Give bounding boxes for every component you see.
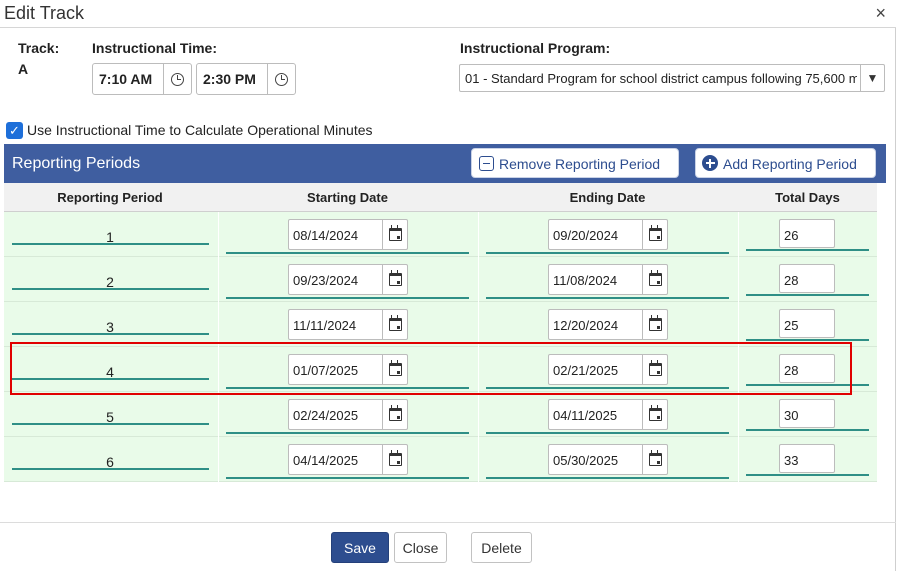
table-row: 3 11/11/2024 12/20/2024 25 [4, 302, 877, 347]
minus-square-icon [479, 156, 494, 171]
instructional-program-value: 01 - Standard Program for school distric… [465, 71, 857, 86]
highlighted-row-outline [10, 342, 852, 395]
remove-reporting-period-button[interactable]: Remove Reporting Period [471, 148, 679, 178]
edit-track-dialog: Edit Track × Track: A Instructional Time… [0, 0, 896, 571]
ending-date-input[interactable]: 04/11/2025 [548, 399, 668, 430]
column-header-reporting-period: Reporting Period [57, 190, 163, 205]
calendar-icon[interactable] [642, 265, 667, 294]
calendar-icon[interactable] [382, 400, 407, 429]
calendar-icon[interactable] [382, 265, 407, 294]
instructional-program-select[interactable]: 01 - Standard Program for school distric… [459, 64, 885, 92]
dialog-title: Edit Track [4, 3, 85, 23]
column-header-ending-date: Ending Date [569, 190, 646, 205]
total-days-input[interactable]: 26 [779, 219, 835, 248]
total-days-value: 26 [784, 228, 799, 243]
track-label: Track: [18, 40, 60, 56]
total-days-input[interactable]: 30 [779, 399, 835, 428]
starting-date-value: 08/14/2024 [293, 228, 359, 243]
use-instructional-time-checkbox[interactable]: ✓ [6, 122, 23, 139]
starting-date-value: 11/11/2024 [293, 318, 357, 333]
footer-divider [0, 522, 896, 523]
ending-date-input[interactable]: 12/20/2024 [548, 309, 668, 340]
table-row: 2 09/23/2024 11/08/2024 28 [4, 257, 877, 302]
plus-circle-icon [702, 155, 718, 171]
close-icon[interactable]: × [875, 3, 886, 24]
track-value: A [18, 61, 29, 77]
end-time-value: 2:30 PM [203, 71, 256, 87]
reporting-periods-grid-header: Reporting Period Starting Date Ending Da… [4, 183, 877, 212]
ending-date-input[interactable]: 05/30/2025 [548, 444, 668, 475]
total-days-value: 30 [784, 408, 799, 423]
column-header-total-days: Total Days [775, 190, 840, 205]
dropdown-arrow-icon[interactable]: ▼ [860, 65, 884, 91]
starting-date-input[interactable]: 09/23/2024 [288, 264, 408, 295]
instructional-time-label: Instructional Time: [92, 40, 217, 56]
starting-date-input[interactable]: 02/24/2025 [288, 399, 408, 430]
ending-date-value: 12/20/2024 [553, 318, 619, 333]
calendar-icon[interactable] [642, 220, 667, 249]
ending-date-input[interactable]: 09/20/2024 [548, 219, 668, 250]
starting-date-value: 04/14/2025 [293, 453, 359, 468]
ending-date-value: 11/08/2024 [553, 273, 618, 288]
close-button[interactable]: Close [394, 532, 447, 563]
reporting-periods-title: Reporting Periods [12, 155, 141, 172]
starting-date-input[interactable]: 04/14/2025 [288, 444, 408, 475]
total-days-input[interactable]: 28 [779, 264, 835, 293]
calendar-icon[interactable] [382, 220, 407, 249]
starting-date-value: 09/23/2024 [293, 273, 359, 288]
total-days-value: 33 [784, 453, 799, 468]
reporting-periods-header: Reporting Periods Remove Reporting Perio… [4, 144, 886, 183]
ending-date-value: 05/30/2025 [553, 453, 619, 468]
save-button[interactable]: Save [331, 532, 389, 563]
use-instructional-time-label[interactable]: Use Instructional Time to Calculate Oper… [27, 122, 373, 138]
clock-icon[interactable] [267, 64, 295, 94]
remove-reporting-period-label: Remove Reporting Period [499, 156, 661, 172]
starting-date-value: 02/24/2025 [293, 408, 359, 423]
instructional-program-label: Instructional Program: [460, 40, 611, 56]
ending-date-value: 04/11/2025 [553, 408, 618, 423]
add-reporting-period-button[interactable]: Add Reporting Period [695, 148, 876, 178]
ending-date-value: 09/20/2024 [553, 228, 619, 243]
starting-date-input[interactable]: 11/11/2024 [288, 309, 408, 340]
dialog-titlebar: Edit Track × [0, 0, 896, 28]
clock-icon[interactable] [163, 64, 191, 94]
total-days-input[interactable]: 33 [779, 444, 835, 473]
total-days-value: 28 [784, 273, 799, 288]
table-row: 6 04/14/2025 05/30/2025 33 [4, 437, 877, 482]
calendar-icon[interactable] [382, 310, 407, 339]
add-reporting-period-label: Add Reporting Period [723, 156, 857, 172]
ending-date-input[interactable]: 11/08/2024 [548, 264, 668, 295]
calendar-icon[interactable] [642, 400, 667, 429]
delete-button[interactable]: Delete [471, 532, 532, 563]
column-header-starting-date: Starting Date [307, 190, 388, 205]
total-days-value: 25 [784, 318, 799, 333]
table-row: 1 08/14/2024 09/20/2024 26 [4, 212, 877, 257]
start-time-input[interactable]: 7:10 AM [92, 63, 192, 95]
end-time-input[interactable]: 2:30 PM [196, 63, 296, 95]
calendar-icon[interactable] [642, 310, 667, 339]
table-row: 5 02/24/2025 04/11/2025 30 [4, 392, 877, 437]
total-days-input[interactable]: 25 [779, 309, 835, 338]
start-time-value: 7:10 AM [99, 71, 153, 87]
starting-date-input[interactable]: 08/14/2024 [288, 219, 408, 250]
calendar-icon[interactable] [642, 445, 667, 474]
calendar-icon[interactable] [382, 445, 407, 474]
